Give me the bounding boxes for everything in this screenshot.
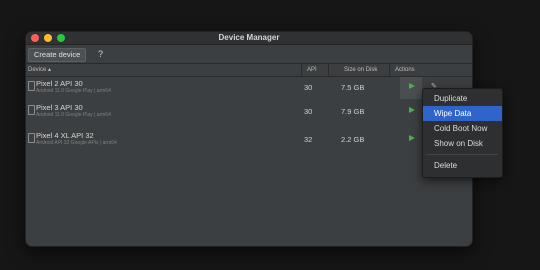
menu-item-wipe-data[interactable]: Wipe Data bbox=[423, 106, 502, 121]
column-header-size[interactable]: Size on Disk bbox=[344, 64, 377, 76]
phone-icon bbox=[28, 81, 35, 91]
menu-separator bbox=[427, 154, 498, 155]
table-row[interactable]: Pixel 4 XL API 32 Android API 32 Google … bbox=[26, 129, 472, 151]
device-details: Android 11.0 Google Play | arm64 bbox=[36, 88, 111, 94]
menu-item-show-on-disk[interactable]: Show on Disk bbox=[423, 136, 502, 151]
column-header-actions: Actions bbox=[395, 67, 415, 73]
help-button[interactable]: ? bbox=[98, 48, 103, 60]
context-menu: Duplicate Wipe Data Cold Boot Now Show o… bbox=[422, 88, 503, 178]
device-size: 2.2 GB bbox=[341, 135, 365, 144]
device-name: Pixel 2 API 30 bbox=[36, 79, 83, 88]
column-header-api[interactable]: API bbox=[307, 64, 317, 76]
column-divider bbox=[301, 64, 302, 76]
phone-icon bbox=[28, 105, 35, 115]
device-api: 30 bbox=[304, 107, 313, 116]
device-details: Android 11.0 Google Play | arm64 bbox=[36, 112, 111, 118]
column-divider bbox=[328, 64, 329, 76]
device-name: Pixel 3 API 30 bbox=[36, 103, 83, 112]
menu-item-duplicate[interactable]: Duplicate bbox=[423, 91, 502, 106]
table-row[interactable]: Pixel 2 API 30 Android 11.0 Google Play … bbox=[26, 77, 472, 99]
create-device-button[interactable]: Create device bbox=[28, 48, 87, 62]
device-manager-window: Device Manager Create device ? Device ▴ … bbox=[25, 31, 473, 247]
table-header: Device ▴ API Size on Disk Actions bbox=[26, 63, 472, 77]
device-api: 32 bbox=[304, 135, 313, 144]
column-header-device[interactable]: Device ▴ bbox=[28, 64, 51, 76]
phone-icon bbox=[28, 133, 35, 143]
device-size: 7.9 GB bbox=[341, 107, 365, 116]
launch-play-icon[interactable] bbox=[409, 135, 415, 141]
column-divider bbox=[389, 64, 390, 76]
launch-play-icon[interactable] bbox=[409, 83, 415, 89]
device-size: 7.5 GB bbox=[341, 83, 365, 92]
device-name: Pixel 4 XL API 32 bbox=[36, 131, 94, 140]
menu-item-delete[interactable]: Delete bbox=[423, 158, 502, 173]
toolbar: Create device ? bbox=[26, 45, 472, 63]
title-bar: Device Manager bbox=[26, 32, 472, 45]
window-title: Device Manager bbox=[218, 33, 280, 42]
device-details: Android API 32 Google APIs | arm64 bbox=[36, 140, 117, 146]
menu-item-cold-boot-now[interactable]: Cold Boot Now bbox=[423, 121, 502, 136]
launch-play-icon[interactable] bbox=[409, 107, 415, 113]
table-row[interactable]: Pixel 3 API 30 Android 11.0 Google Play … bbox=[26, 101, 472, 123]
device-api: 30 bbox=[304, 83, 313, 92]
